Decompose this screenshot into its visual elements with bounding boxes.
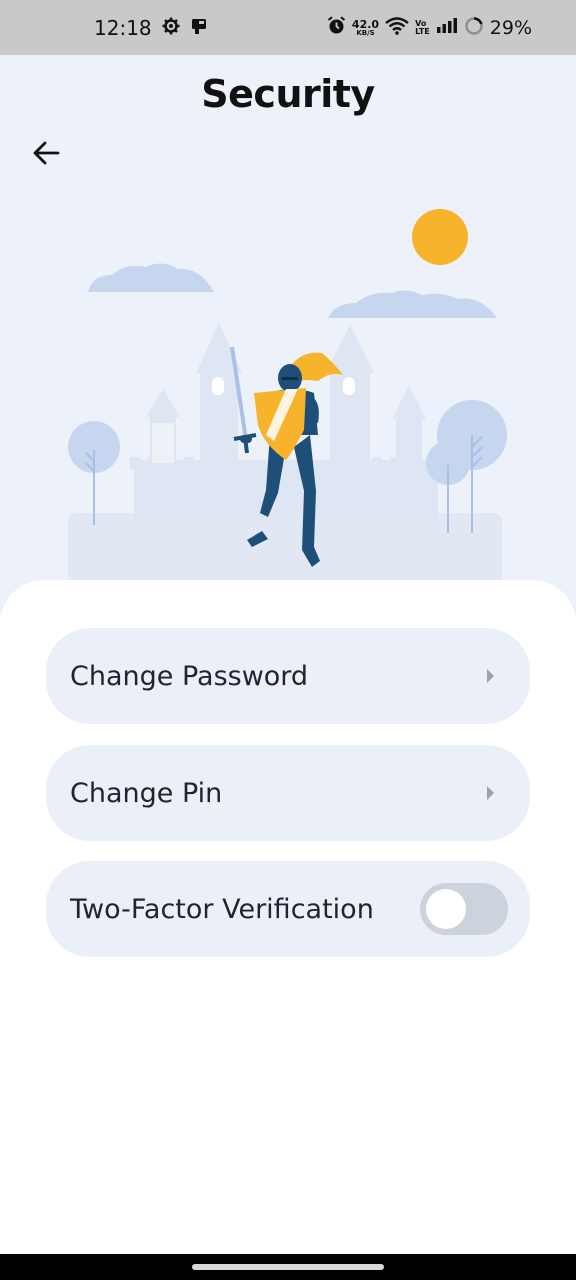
- arrow-left-icon: [31, 140, 61, 170]
- two-factor-toggle[interactable]: [420, 883, 508, 935]
- status-right: 42.0 KB/S Vo LTE 29%: [327, 16, 532, 40]
- security-illustration: [0, 195, 576, 585]
- volte-indicator: Vo LTE: [415, 19, 430, 36]
- back-button[interactable]: [26, 135, 66, 175]
- home-indicator[interactable]: [192, 1264, 384, 1270]
- notification-app-icon: [190, 17, 208, 39]
- wifi-icon: [385, 16, 409, 39]
- net-speed-value: 42.0: [351, 17, 380, 31]
- change-password-item[interactable]: Change Password: [46, 628, 530, 724]
- alarm-icon: [327, 16, 346, 39]
- change-pin-label: Change Pin: [70, 777, 223, 809]
- net-speed: 42.0 KB/S: [352, 19, 379, 37]
- cloud-right: [328, 290, 497, 318]
- battery-ring-icon: [464, 16, 484, 40]
- battery-percent: 29%: [489, 16, 532, 39]
- status-time: 12:18: [94, 15, 152, 40]
- status-bar: 12:18 42.0 KB/S Vo LTE 29%: [0, 0, 576, 55]
- system-nav-bar: [0, 1254, 576, 1280]
- two-factor-label: Two-Factor Verification: [70, 893, 374, 925]
- status-left: 12:18: [94, 16, 208, 40]
- settings-gear-icon: [162, 17, 180, 39]
- volte-line2: LTE: [415, 26, 430, 36]
- change-pin-item[interactable]: Change Pin: [46, 745, 530, 841]
- toggle-knob: [426, 889, 466, 929]
- signal-icon: [436, 17, 458, 38]
- chevron-right-icon: [487, 786, 494, 800]
- sun-shape: [412, 209, 468, 265]
- cloud-left: [88, 263, 214, 292]
- chevron-right-icon: [487, 669, 494, 683]
- net-speed-unit: KB/S: [356, 28, 375, 37]
- two-factor-item: Two-Factor Verification: [46, 861, 530, 957]
- settings-sheet: Change Password Change Pin Two-Factor Ve…: [0, 580, 576, 1260]
- change-password-label: Change Password: [70, 660, 309, 692]
- page-title: Security: [201, 72, 375, 116]
